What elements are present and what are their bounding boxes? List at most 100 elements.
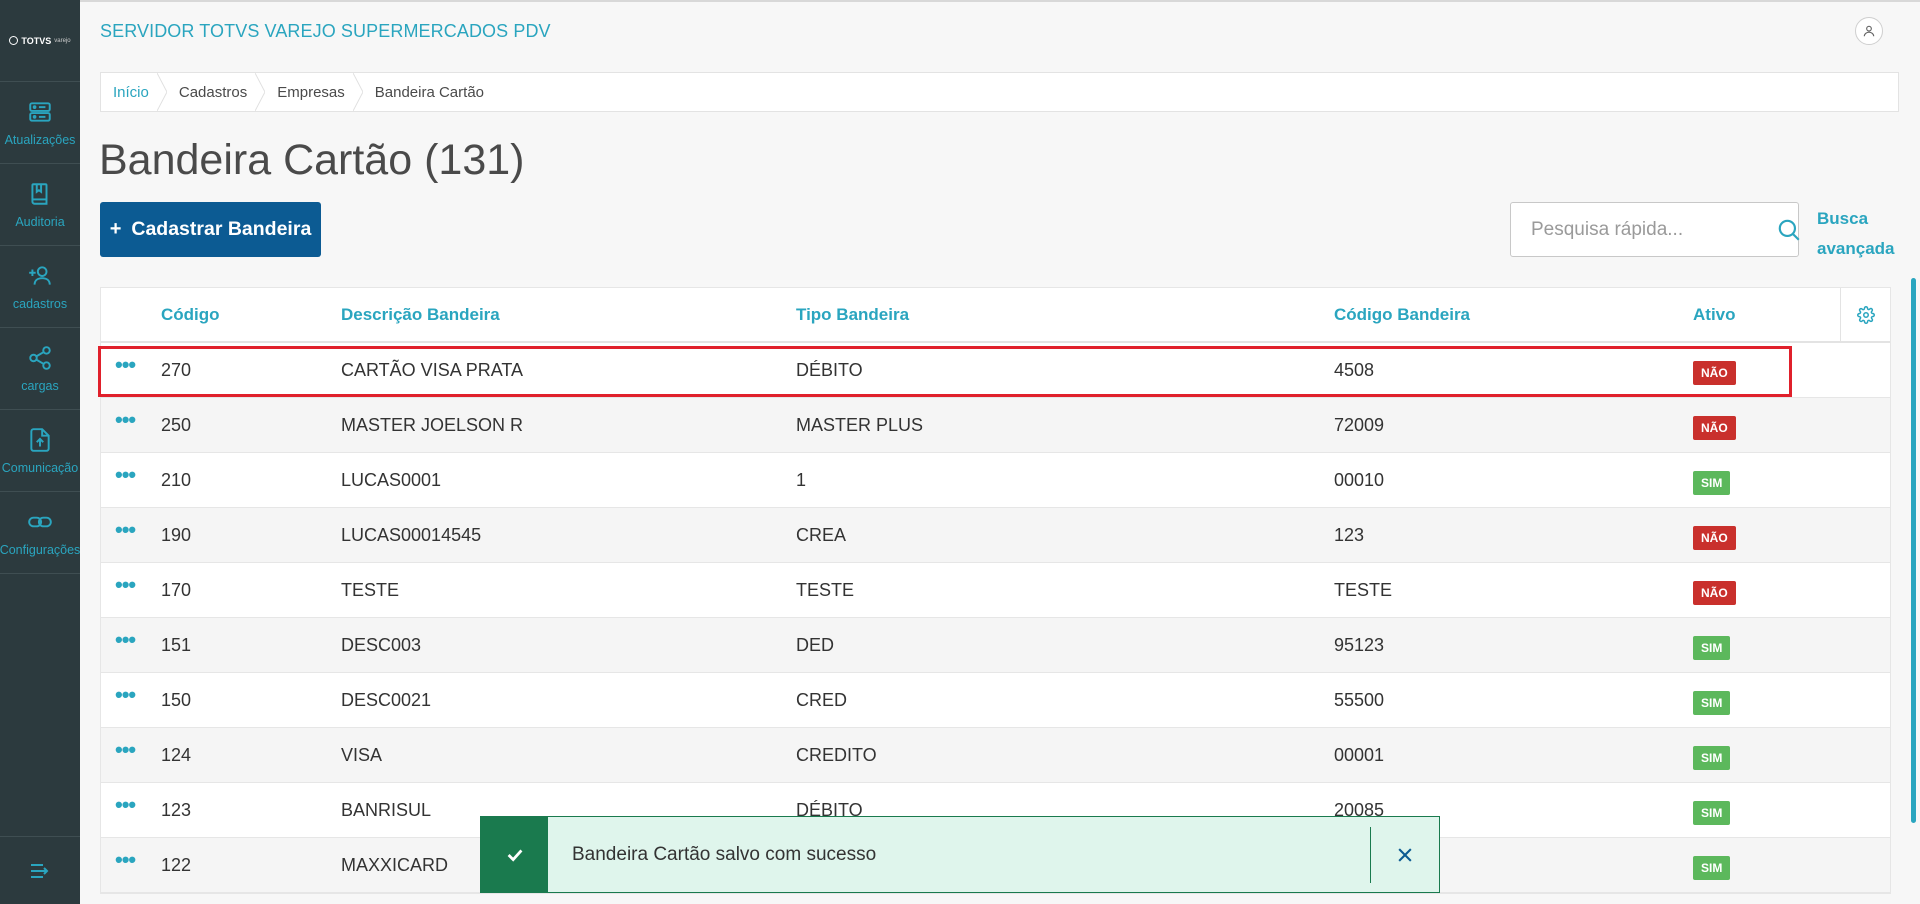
- cell-codigo: 190: [161, 525, 192, 545]
- cell-codigo-bandeira: 55500: [1334, 690, 1385, 710]
- table-row[interactable]: ••• 151 DESC003 DED 95123 SIM: [101, 618, 1890, 673]
- column-header-tipo[interactable]: Tipo Bandeira: [796, 305, 909, 325]
- cell-tipo: TESTE: [796, 580, 855, 600]
- cell-codigo-bandeira: 4508: [1334, 360, 1375, 380]
- cell-tipo: CREDITO: [796, 745, 877, 765]
- cell-codigo-bandeira: TESTE: [1334, 580, 1393, 600]
- table-row[interactable]: ••• 150 DESC0021 CRED 55500 SIM: [101, 673, 1890, 728]
- add-user-icon: [29, 265, 51, 285]
- search-icon: [1778, 219, 1800, 241]
- breadcrumb: Início Cadastros Empresas Bandeira Cartã…: [100, 72, 1899, 112]
- column-header-ativo[interactable]: Ativo: [1693, 305, 1736, 325]
- toast-message: Bandeira Cartão salvo com sucesso: [572, 843, 877, 865]
- user-avatar[interactable]: [1855, 17, 1883, 45]
- sidebar-item-auditoria[interactable]: Auditoria: [0, 164, 80, 246]
- sidebar-item-configuracoes[interactable]: Configurações: [0, 492, 80, 574]
- sidebar-item-cargas[interactable]: cargas: [0, 328, 80, 410]
- plus-icon: +: [109, 218, 122, 240]
- status-badge: NÃO: [1693, 361, 1736, 385]
- status-badge: SIM: [1693, 691, 1731, 715]
- table-row[interactable]: ••• 124 VISA CREDITO 00001 SIM: [101, 728, 1890, 783]
- cell-codigo: 151: [161, 635, 192, 655]
- row-actions-menu-icon[interactable]: •••: [115, 519, 136, 541]
- cell-descricao: TESTE: [341, 580, 400, 600]
- sidebar-item-comunicacao[interactable]: Comunicação: [0, 410, 80, 492]
- cell-codigo: 150: [161, 690, 192, 710]
- cell-codigo: 122: [161, 855, 192, 875]
- page-scrollbar[interactable]: [1911, 278, 1916, 823]
- column-header-codigo-bandeira[interactable]: Código Bandeira: [1334, 305, 1470, 325]
- toast-close-button[interactable]: [1371, 817, 1439, 892]
- logo-text: TOTVS: [21, 35, 52, 46]
- sidebar: TOTVS varejo Atualizações Auditoria cada…: [0, 0, 80, 904]
- status-badge: SIM: [1693, 856, 1731, 880]
- breadcrumb-cadastros[interactable]: Cadastros: [167, 73, 266, 111]
- row-actions-menu-icon[interactable]: •••: [115, 574, 136, 596]
- row-actions-menu-icon[interactable]: •••: [115, 629, 136, 651]
- table-settings-button[interactable]: [1840, 288, 1891, 341]
- cell-tipo: DED: [796, 635, 835, 655]
- table-row[interactable]: ••• 170 TESTE TESTE TESTE NÃO: [101, 563, 1890, 618]
- breadcrumb-label: Início: [113, 83, 149, 101]
- sidebar-item-cadastros[interactable]: cadastros: [0, 246, 80, 328]
- server-icon: [29, 101, 51, 122]
- logo-subtext: varejo: [54, 37, 71, 44]
- advanced-search-link[interactable]: Busca avançada: [1817, 204, 1907, 264]
- row-actions-menu-icon[interactable]: •••: [115, 684, 136, 706]
- cell-codigo: 124: [161, 745, 192, 765]
- breadcrumb-label: Cadastros: [178, 83, 248, 101]
- row-actions-menu-icon[interactable]: •••: [115, 409, 136, 431]
- cell-descricao: VISA: [341, 745, 383, 765]
- table-row[interactable]: ••• 250 MASTER JOELSON R MASTER PLUS 72009 NÃ…: [101, 398, 1890, 453]
- table-body: ••• 270 CARTÃO VISA PRATA DÉBITO 4508 NÃO ••• 2…: [101, 343, 1890, 893]
- quick-search-input[interactable]: [1511, 203, 1776, 256]
- column-header-codigo[interactable]: Código: [161, 305, 220, 325]
- check-icon: [507, 848, 522, 862]
- cell-codigo: 170: [161, 580, 192, 600]
- row-actions-menu-icon[interactable]: •••: [115, 354, 136, 376]
- breadcrumb-label: Empresas: [277, 83, 345, 101]
- quick-search: [1510, 202, 1802, 257]
- table-row[interactable]: ••• 210 LUCAS0001 1 00010 SIM: [101, 453, 1890, 508]
- cell-codigo-bandeira: 95123: [1334, 635, 1385, 655]
- breadcrumb-separator: [255, 73, 266, 111]
- add-bandeira-button[interactable]: + Cadastrar Bandeira: [100, 202, 321, 257]
- sidebar-collapse-button[interactable]: [0, 836, 80, 904]
- status-badge: NÃO: [1693, 416, 1736, 440]
- status-badge: SIM: [1693, 746, 1731, 770]
- column-header-descricao[interactable]: Descrição Bandeira: [341, 305, 500, 325]
- status-badge: SIM: [1693, 636, 1731, 660]
- row-actions-menu-icon[interactable]: •••: [115, 739, 136, 761]
- cell-tipo: DÉBITO: [796, 360, 863, 380]
- cell-descricao: DESC003: [341, 635, 422, 655]
- sidebar-item-label: cadastros: [12, 296, 68, 311]
- cell-descricao: LUCAS00014545: [341, 525, 482, 545]
- search-button[interactable]: [1776, 203, 1802, 256]
- cell-tipo: MASTER PLUS: [796, 415, 924, 435]
- row-actions-menu-icon[interactable]: •••: [115, 794, 136, 816]
- breadcrumb-empresas[interactable]: Empresas: [265, 73, 363, 111]
- cell-codigo: 123: [161, 800, 192, 820]
- row-actions-menu-icon[interactable]: •••: [115, 849, 136, 871]
- sidebar-item-atualizacoes[interactable]: Atualizações: [0, 82, 80, 164]
- cell-descricao: BANRISUL: [341, 800, 432, 820]
- sidebar-item-label: Auditoria: [15, 214, 65, 229]
- table-row[interactable]: ••• 270 CARTÃO VISA PRATA DÉBITO 4508 NÃO: [101, 343, 1890, 398]
- cell-codigo: 250: [161, 415, 192, 435]
- breadcrumb-inicio[interactable]: Início: [101, 73, 167, 111]
- cell-descricao: CARTÃO VISA PRATA: [341, 360, 524, 380]
- status-badge: SIM: [1693, 801, 1731, 825]
- breadcrumb-separator: [156, 73, 167, 111]
- cell-codigo-bandeira: 72009: [1334, 415, 1385, 435]
- status-badge: SIM: [1693, 471, 1731, 495]
- gear-icon: [1857, 305, 1875, 324]
- totvs-logo[interactable]: TOTVS varejo: [0, 0, 80, 82]
- advanced-search-label-1: Busca: [1817, 209, 1869, 228]
- row-actions-menu-icon[interactable]: •••: [115, 464, 136, 486]
- cell-codigo-bandeira: 00001: [1334, 745, 1385, 765]
- cell-descricao: MAXXICARD: [341, 855, 449, 875]
- user-icon: [1863, 25, 1875, 37]
- close-icon: [1398, 847, 1412, 862]
- cell-codigo-bandeira: 00010: [1334, 470, 1385, 490]
- table-row[interactable]: ••• 190 LUCAS00014545 CREA 123 NÃO: [101, 508, 1890, 563]
